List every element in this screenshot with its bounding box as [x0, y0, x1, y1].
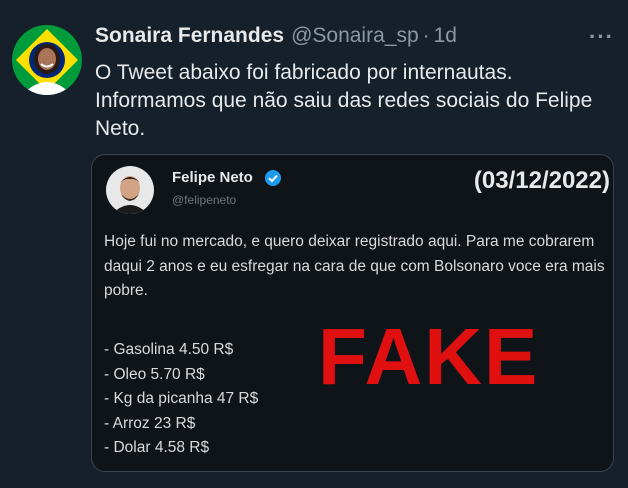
- quoted-tweet-image[interactable]: Felipe Neto @felipeneto (03/12/2022) Hoj…: [91, 154, 614, 472]
- verified-badge-icon: [264, 169, 282, 192]
- quoted-author-avatar: [106, 166, 154, 214]
- author-avatar[interactable]: [12, 25, 82, 95]
- quoted-author-handle: @felipeneto: [172, 193, 237, 207]
- avatar-image: [12, 25, 82, 95]
- author-name[interactable]: Sonaira Fernandes: [95, 24, 284, 48]
- quoted-avatar-image: [106, 166, 154, 214]
- list-item: - Dolar 4.58 R$: [104, 439, 210, 456]
- list-item: - Gasolina 4.50 R$: [104, 341, 234, 358]
- tweet-text: O Tweet abaixo foi fabricado por interna…: [95, 61, 593, 140]
- separator-dot: ·: [422, 24, 430, 47]
- list-item: - Arroz 23 R$: [104, 414, 196, 432]
- more-options-icon[interactable]: ···: [589, 24, 614, 50]
- author-handle[interactable]: @Sonaira_sp: [291, 24, 419, 48]
- date-overlay: (03/12/2022): [473, 167, 610, 194]
- price-list: - Gasolina 4.50 R$ - Oleo 5.70 R$ - Kg d…: [104, 338, 258, 461]
- list-item: - Kg da picanha 47 R$: [104, 390, 259, 407]
- tweet-header: Sonaira Fernandes @Sonaira_sp · 1d: [95, 24, 457, 48]
- tweet-timestamp[interactable]: 1d: [434, 24, 457, 48]
- tweet-card[interactable]: Sonaira Fernandes @Sonaira_sp · 1d ··· O…: [0, 0, 628, 488]
- list-item: - Oleo 5.70 R$: [104, 365, 205, 383]
- quoted-tweet-text: Hoje fui no mercado, e quero deixar regi…: [104, 233, 605, 299]
- quoted-author-name: Felipe Neto: [172, 169, 253, 186]
- fake-stamp: FAKE: [318, 312, 540, 401]
